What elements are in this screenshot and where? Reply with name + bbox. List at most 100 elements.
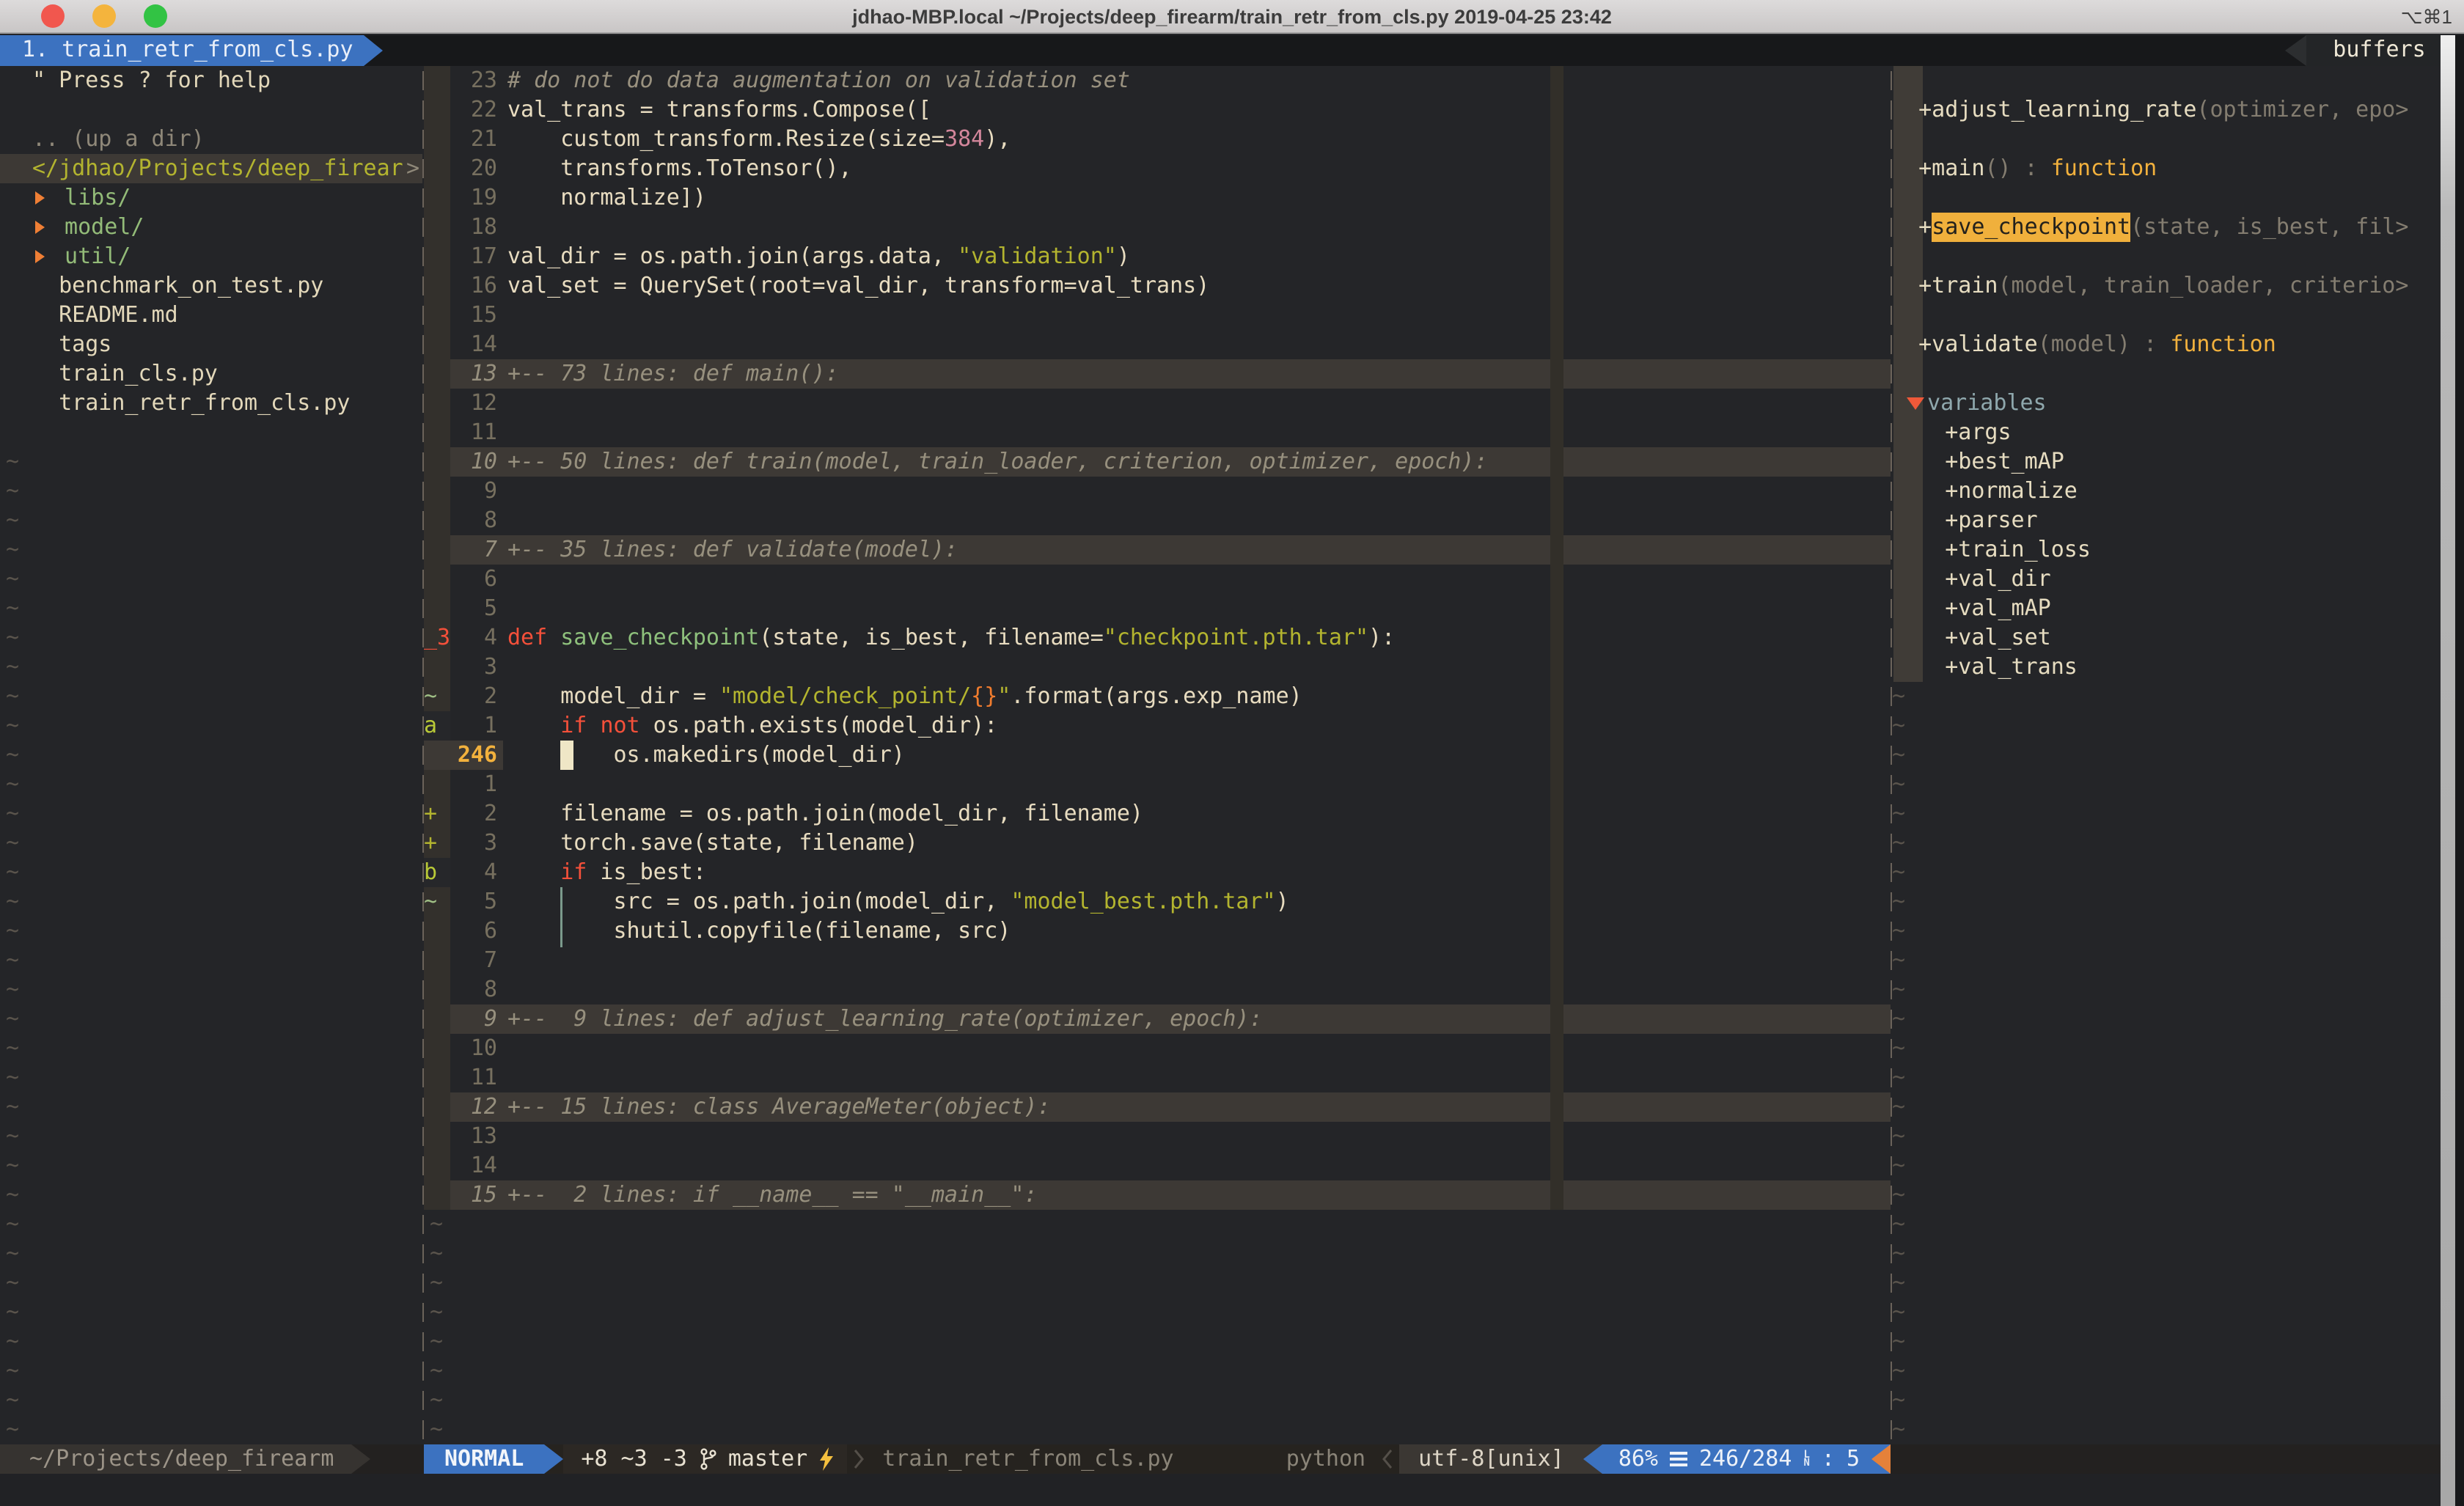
chevron-left-icon: [1376, 1444, 1399, 1474]
git-segment: +8 ~3 -3 master: [563, 1444, 847, 1474]
line-position: 246/284: [1699, 1444, 1792, 1474]
scrollbar[interactable]: [2441, 35, 2455, 1506]
tag-row[interactable]: +args: [1892, 418, 2452, 447]
code-line[interactable]: 13: [424, 1122, 1891, 1151]
tag-row[interactable]: +train_loss: [1892, 535, 2452, 565]
code-line[interactable]: 6: [424, 565, 1891, 594]
tag-row[interactable]: +parser: [1892, 506, 2452, 535]
tab-train-retr-from-cls[interactable]: 1. train_retr_from_cls.py: [0, 35, 364, 66]
fold-line[interactable]: 10+-- 50 lines: def train(model, train_l…: [424, 447, 1891, 477]
empty-line-tilde: ~: [1892, 799, 2452, 829]
code-line[interactable]: 20 transforms.ToTensor(),: [424, 154, 1891, 183]
code-line[interactable]: _34def save_checkpoint(state, is_best, f…: [424, 623, 1891, 653]
sign-column-cell: [424, 1092, 450, 1122]
tag-row[interactable]: +val_dir: [1892, 565, 2452, 594]
code-line[interactable]: 7: [424, 946, 1891, 975]
code-line[interactable]: 17val_dir = os.path.join(args.data, "val…: [424, 242, 1891, 271]
empty-line-tilde: ~: [0, 1151, 422, 1180]
tag-row[interactable]: +val_mAP: [1892, 594, 2452, 623]
tree-item[interactable]: train_retr_from_cls.py: [0, 389, 422, 418]
tree-item[interactable]: libs/: [0, 183, 422, 213]
tag-row[interactable]: +adjust_learning_rate(optimizer, epo>: [1892, 95, 2452, 125]
code-line[interactable]: b4 if is_best:: [424, 858, 1891, 887]
code-line[interactable]: 3: [424, 653, 1891, 682]
code-line[interactable]: 14: [424, 1151, 1891, 1180]
file-segment: train_retr_from_cls.py python: [870, 1444, 1376, 1474]
code-line[interactable]: 8: [424, 506, 1891, 535]
nerdtree-window: " Press ? for help .. (up a dir)</jdhao/P…: [0, 66, 422, 1444]
code-line[interactable]: 6 shutil.copyfile(filename, src): [424, 917, 1891, 946]
empty-line-tilde: ~: [0, 887, 422, 917]
tag-row[interactable]: +normalize: [1892, 477, 2452, 506]
tag-row[interactable]: +save_checkpoint(state, is_best, fil>: [1892, 213, 2452, 242]
tag-row[interactable]: +main() : function: [1892, 154, 2452, 183]
tree-item[interactable]: benchmark_on_test.py: [0, 271, 422, 301]
code-line[interactable]: 16val_set = QuerySet(root=val_dir, trans…: [424, 271, 1891, 301]
empty-line-tilde: ~: [0, 975, 422, 1004]
code-line[interactable]: 15: [424, 301, 1891, 330]
code-line[interactable]: 10: [424, 1034, 1891, 1063]
code-line[interactable]: 19 normalize]): [424, 183, 1891, 213]
code-line[interactable]: 23# do not do data augmentation on valid…: [424, 66, 1891, 95]
code-line[interactable]: 11: [424, 418, 1891, 447]
code-line[interactable]: 22val_trans = transforms.Compose([: [424, 95, 1891, 125]
tree-item[interactable]: " Press ? for help: [0, 66, 422, 95]
tag-row[interactable]: variables: [1892, 389, 2452, 418]
cwd-label: ~/Projects/deep_firearm: [0, 1444, 351, 1474]
code-line[interactable]: a1 if not os.path.exists(model_dir):: [424, 711, 1891, 741]
empty-line-tilde: ~: [0, 477, 422, 506]
empty-line-tilde: ~: [1892, 741, 2452, 770]
tag-row[interactable]: +val_set: [1892, 623, 2452, 653]
tree-item[interactable]: .. (up a dir): [0, 125, 422, 154]
cursor-line[interactable]: 246 os.makedirs(model_dir): [424, 741, 1891, 770]
empty-line-tilde: ~: [1892, 1386, 2452, 1415]
tree-item[interactable]: tags: [0, 330, 422, 359]
empty-line-tilde: ~: [0, 858, 422, 887]
tree-item[interactable]: util/: [0, 242, 422, 271]
tree-item[interactable]: README.md: [0, 301, 422, 330]
fold-line[interactable]: 15+-- 2 lines: if __name__ == "__main__"…: [424, 1180, 1891, 1210]
code-line[interactable]: 14: [424, 330, 1891, 359]
tree-item[interactable]: train_cls.py: [0, 359, 422, 389]
fold-line[interactable]: 9+-- 9 lines: def adjust_learning_rate(o…: [424, 1004, 1891, 1034]
sign-column-cell: [424, 389, 450, 418]
vim-tabline: 1. train_retr_from_cls.py buffers: [0, 35, 2464, 66]
empty-line-tilde: ~: [424, 1386, 1891, 1415]
code-line[interactable]: 12: [424, 389, 1891, 418]
tree-root-path[interactable]: </jdhao/Projects/deep_firear>: [0, 154, 422, 183]
scroll-percent: 86%: [1618, 1444, 1658, 1474]
empty-line-tilde: ~: [0, 506, 422, 535]
tag-row[interactable]: +validate(model) : function: [1892, 330, 2452, 359]
code-line[interactable]: +3 torch.save(state, filename): [424, 829, 1891, 858]
sign-column-cell: [424, 741, 450, 770]
empty-line-tilde: ~: [1892, 711, 2452, 741]
tag-row[interactable]: +val_trans: [1892, 653, 2452, 682]
tree-item[interactable]: model/: [0, 213, 422, 242]
code-line[interactable]: 5: [424, 594, 1891, 623]
sign-column-cell: b: [424, 858, 450, 887]
code-line[interactable]: 8: [424, 975, 1891, 1004]
code-line[interactable]: 1: [424, 770, 1891, 799]
code-line[interactable]: 21 custom_transform.Resize(size=384),: [424, 125, 1891, 154]
empty-line-tilde: ~: [424, 1210, 1891, 1239]
line-number: 17: [450, 242, 503, 271]
code-line[interactable]: ~5 src = os.path.join(model_dir, "model_…: [424, 887, 1891, 917]
fold-line[interactable]: 12+-- 15 lines: class AverageMeter(objec…: [424, 1092, 1891, 1122]
sign-column-cell: [424, 946, 450, 975]
powerline-arrow-orange-icon: [1871, 1444, 1891, 1474]
tag-row[interactable]: +train(model, train_loader, criterio>: [1892, 271, 2452, 301]
tag-row[interactable]: +best_mAP: [1892, 447, 2452, 477]
fold-line[interactable]: 7+-- 35 lines: def validate(model):: [424, 535, 1891, 565]
empty-line-tilde: ~: [0, 1063, 422, 1092]
filetype-label: python: [1286, 1444, 1376, 1474]
code-line[interactable]: 11: [424, 1063, 1891, 1092]
editor-window: 23# do not do data augmentation on valid…: [424, 66, 1891, 1444]
code-line[interactable]: 9: [424, 477, 1891, 506]
code-line[interactable]: +2 filename = os.path.join(model_dir, fi…: [424, 799, 1891, 829]
line-number: 2: [450, 799, 503, 829]
empty-line-tilde: ~: [424, 1415, 1891, 1444]
code-line[interactable]: ~2 model_dir = "model/check_point/{}".fo…: [424, 682, 1891, 711]
code-line[interactable]: 18: [424, 213, 1891, 242]
fold-line[interactable]: 13+-- 73 lines: def main():: [424, 359, 1891, 389]
buffers-label[interactable]: buffers: [2306, 35, 2452, 66]
